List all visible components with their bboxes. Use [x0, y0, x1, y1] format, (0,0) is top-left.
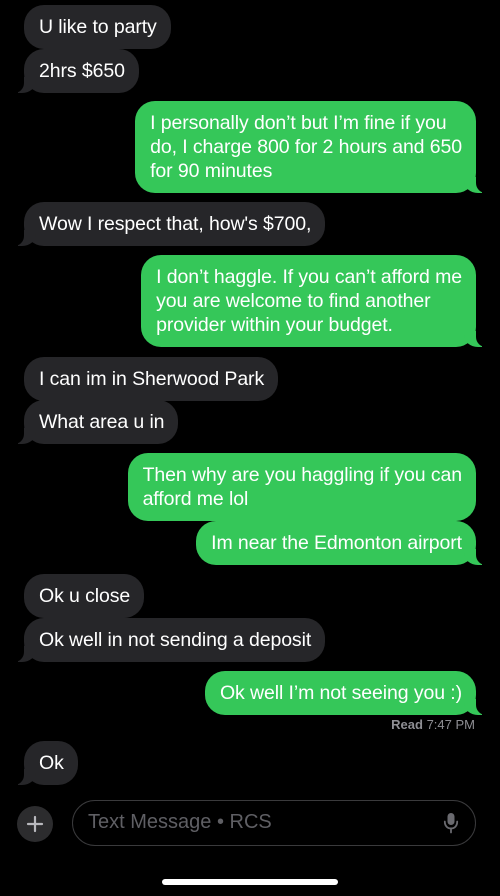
read-receipt: Read 7:47 PM — [391, 717, 475, 732]
incoming-message[interactable]: Ok — [12, 741, 78, 785]
outgoing-message[interactable]: Then why are you haggling if you can aff… — [127, 453, 476, 521]
message-composer — [0, 796, 500, 852]
home-indicator[interactable] — [162, 879, 338, 885]
outgoing-message[interactable]: Ok well I’m not seeing you :) — [204, 671, 489, 715]
microphone-icon[interactable] — [443, 812, 459, 834]
add-attachment-button[interactable] — [17, 806, 53, 842]
outgoing-message[interactable]: Im near the Edmonton airport — [196, 521, 488, 565]
read-receipt-label: Read — [391, 717, 423, 732]
incoming-message[interactable]: I can im in Sherwood Park — [24, 357, 279, 401]
incoming-message[interactable]: Wow I respect that, how's $700, — [11, 202, 326, 246]
incoming-message[interactable]: Ok well in not sending a deposit — [11, 618, 326, 662]
incoming-message[interactable]: 2hrs $650 — [12, 49, 139, 93]
plus-icon — [26, 815, 44, 833]
incoming-message[interactable]: What area u in — [11, 400, 179, 444]
outgoing-message[interactable]: I personally don’t but I’m fine if you d… — [135, 101, 488, 193]
message-field[interactable] — [72, 800, 476, 846]
incoming-message[interactable]: Ok u close — [24, 574, 145, 618]
message-input[interactable] — [88, 801, 418, 844]
read-receipt-time: 7:47 PM — [426, 717, 475, 732]
outgoing-message[interactable]: I don’t haggle. If you can’t afford me y… — [141, 255, 488, 347]
incoming-message[interactable]: U like to party — [24, 5, 171, 49]
